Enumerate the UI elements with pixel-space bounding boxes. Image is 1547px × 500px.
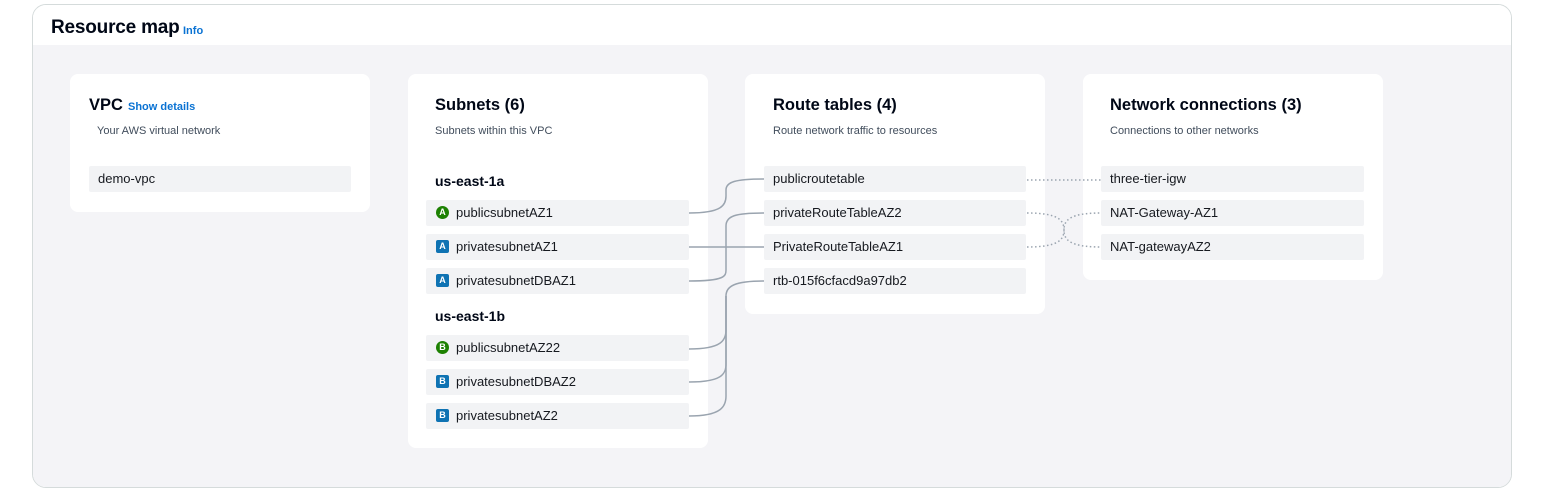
subnet-row[interactable]: A publicsubnetAZ1 [426,200,689,226]
network-connection-row[interactable]: NAT-gatewayAZ2 [1101,234,1364,260]
route-tables-card: Route tables (4) Route network traffic t… [745,74,1045,314]
private-subnet-badge-icon: B [436,375,449,388]
az-heading-us-east-1a: us-east-1a [435,173,505,189]
network-connections-subtitle: Connections to other networks [1110,125,1259,137]
show-details-link[interactable]: Show details [128,101,195,113]
private-subnet-badge-icon: B [436,409,449,422]
network-connections-title: Network connections (3) [1110,96,1302,114]
private-subnet-badge-icon: A [436,274,449,287]
route-table-row[interactable]: rtb-015f6cfacd9a97db2 [764,268,1026,294]
subnet-name: privatesubnetDBAZ2 [456,374,576,389]
private-subnet-badge-icon: A [436,240,449,253]
panel-title: Resource map [51,17,180,38]
route-tables-title: Route tables (4) [773,96,897,114]
route-table-row[interactable]: publicroutetable [764,166,1026,192]
public-subnet-badge-icon: B [436,341,449,354]
vpc-subtitle: Your AWS virtual network [97,125,221,137]
route-table-row[interactable]: PrivateRouteTableAZ1 [764,234,1026,260]
az-heading-us-east-1b: us-east-1b [435,308,506,324]
subnets-card: Subnets (6) Subnets within this VPC us-e… [408,74,708,448]
panel-header: Resource map Info [33,5,1511,45]
subnets-title: Subnets (6) [435,96,525,114]
vpc-title: VPC [89,96,123,114]
vpc-card: VPC Show details Your AWS virtual networ… [70,74,370,212]
subnet-name: publicsubnetAZ1 [456,205,553,220]
subnet-row[interactable]: B publicsubnetAZ22 [426,335,689,361]
subnet-row[interactable]: A privatesubnetDBAZ1 [426,268,689,294]
subnet-row[interactable]: B privatesubnetDBAZ2 [426,369,689,395]
subnet-row[interactable]: B privatesubnetAZ2 [426,403,689,429]
route-table-row[interactable]: privateRouteTableAZ2 [764,200,1026,226]
info-link[interactable]: Info [183,25,203,37]
network-connection-row[interactable]: NAT-Gateway-AZ1 [1101,200,1364,226]
route-tables-subtitle: Route network traffic to resources [773,125,938,137]
network-connection-row[interactable]: three-tier-igw [1101,166,1364,192]
public-subnet-badge-icon: A [436,206,449,219]
subnet-name: privatesubnetDBAZ1 [456,273,576,288]
vpc-item[interactable]: demo-vpc [89,166,351,192]
subnet-row[interactable]: A privatesubnetAZ1 [426,234,689,260]
subnets-subtitle: Subnets within this VPC [435,125,553,137]
subnet-name: privatesubnetAZ2 [456,408,558,423]
subnet-name: publicsubnetAZ22 [456,340,561,355]
subnet-name: privatesubnetAZ1 [456,239,558,254]
network-connections-card: Network connections (3) Connections to o… [1083,74,1383,280]
